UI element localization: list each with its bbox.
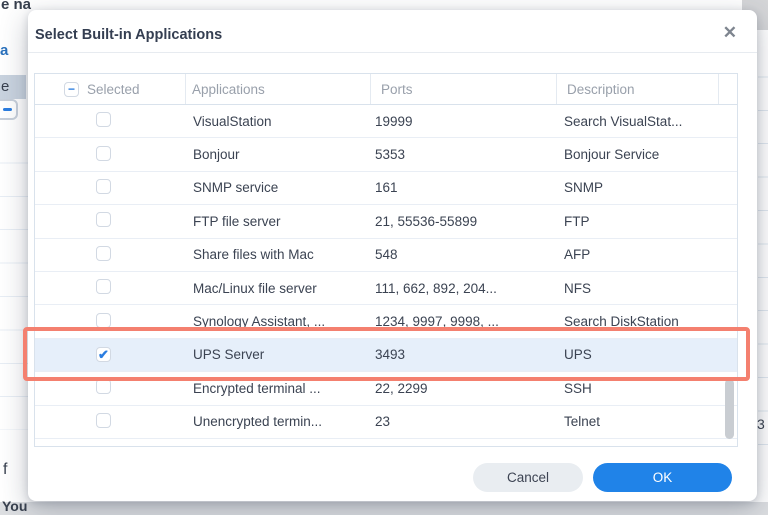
table-row[interactable]: SNMP service 161 SNMP	[35, 172, 737, 206]
cell-ports: 5353	[375, 147, 406, 163]
cell-description: AFP	[564, 247, 591, 263]
background-text-fragment: e na	[1, 0, 32, 13]
column-header-label: Description	[567, 81, 635, 97]
table-row[interactable]: VisualStation 19999 Search VisualStat...	[35, 105, 737, 139]
cell-selected	[35, 245, 186, 264]
table-row[interactable]: Encrypted terminal ... 22, 2299 SSH	[35, 372, 737, 406]
grid-body: VisualStation 19999 Search VisualStat...…	[35, 105, 737, 439]
row-checkbox[interactable]: ✔	[96, 347, 111, 363]
table-row[interactable]: FTP file server 21, 55536-55899 FTP	[35, 205, 737, 239]
cell-application: Unencrypted termin...	[193, 414, 323, 430]
cell-description: Search VisualStat...	[564, 113, 683, 129]
background-text-fragment: f	[3, 461, 8, 478]
cell-ports: 23	[375, 414, 391, 430]
scrollbar-thumb[interactable]	[725, 379, 734, 439]
background-text-fragment: e	[1, 78, 10, 95]
column-header-ports[interactable]: Ports	[371, 74, 557, 104]
row-checkbox[interactable]	[96, 379, 111, 395]
background-checkbox-fragment	[0, 99, 18, 120]
background-text-fragment: You	[2, 498, 28, 514]
cell-application: Encrypted terminal ...	[193, 380, 321, 396]
cell-application: Synology Assistant, ...	[193, 314, 326, 330]
cell-description: FTP	[564, 213, 590, 229]
cell-ports: 22, 2299	[375, 380, 428, 396]
cell-selected	[35, 412, 186, 431]
cell-description: Telnet	[564, 414, 601, 430]
column-header-label: Ports	[381, 81, 413, 97]
row-checkbox[interactable]	[96, 412, 111, 428]
column-header-spacer	[719, 74, 737, 104]
cell-application: Share files with Mac	[193, 247, 314, 263]
column-header-applications[interactable]: Applications	[186, 74, 371, 104]
cell-ports: 548	[375, 247, 398, 263]
cell-selected	[35, 145, 186, 164]
cell-ports: 19999	[375, 113, 413, 129]
background-text-fragment: 3	[757, 416, 765, 432]
row-checkbox[interactable]	[96, 212, 111, 228]
table-row[interactable]: Mac/Linux file server 111, 662, 892, 204…	[35, 272, 737, 306]
cell-ports: 21, 55536-55899	[375, 213, 478, 229]
ok-button[interactable]: OK	[593, 463, 732, 492]
title-divider	[28, 52, 757, 53]
row-checkbox[interactable]	[96, 279, 111, 295]
column-header-description[interactable]: Description	[557, 74, 719, 104]
column-header-label: Selected	[87, 81, 140, 97]
select-built-in-applications-dialog: Select Built-in Applications ✕ − Selecte…	[28, 10, 757, 501]
cell-description: UPS	[564, 347, 592, 363]
cell-description: SSH	[564, 380, 592, 396]
row-checkbox[interactable]	[96, 112, 111, 128]
cell-ports: 161	[375, 180, 398, 196]
cell-application: FTP file server	[193, 213, 281, 229]
applications-table: − Selected Applications Ports Descriptio…	[34, 73, 738, 447]
table-row[interactable]: ✔ UPS Server 3493 UPS	[35, 338, 737, 373]
close-icon[interactable]: ✕	[723, 24, 737, 41]
table-header-row: − Selected Applications Ports Descriptio…	[35, 74, 737, 105]
dialog-title: Select Built-in Applications	[35, 27, 223, 43]
cell-selected	[35, 178, 186, 197]
table-row[interactable]: Bonjour 5353 Bonjour Service	[35, 138, 737, 172]
column-header-label: Applications	[192, 81, 265, 97]
cell-selected	[35, 112, 186, 130]
cell-description: NFS	[564, 280, 591, 296]
row-checkbox[interactable]	[96, 312, 111, 328]
table-row[interactable]: Synology Assistant, ... 1234, 9997, 9998…	[35, 305, 737, 339]
table-row[interactable]: Share files with Mac 548 AFP	[35, 239, 737, 272]
cell-ports: 111, 662, 892, 204...	[375, 280, 497, 296]
cell-application: SNMP service	[193, 180, 279, 196]
row-checkbox[interactable]	[96, 245, 111, 261]
background-link-fragment: a	[0, 42, 9, 59]
background-table-lines	[0, 130, 28, 430]
cancel-button[interactable]: Cancel	[473, 463, 583, 492]
cell-ports: 3493	[375, 347, 406, 363]
cell-description: Search DiskStation	[564, 314, 679, 330]
select-all-checkbox[interactable]: −	[64, 81, 79, 97]
cell-description: Bonjour Service	[564, 147, 660, 163]
row-checkbox[interactable]	[96, 145, 111, 161]
cell-application: Bonjour	[193, 147, 240, 163]
background-bar-fragment	[0, 502, 768, 515]
cell-application: VisualStation	[193, 113, 272, 129]
cell-selected: ✔	[35, 347, 186, 363]
row-checkbox[interactable]	[96, 178, 111, 194]
table-row[interactable]: Unencrypted termin... 23 Telnet	[35, 406, 737, 439]
cell-description: SNMP	[564, 180, 604, 196]
cell-application: UPS Server	[193, 347, 265, 363]
minus-icon	[3, 108, 12, 111]
cell-application: Mac/Linux file server	[193, 280, 317, 296]
cell-selected	[35, 379, 186, 397]
background-table-lines	[758, 44, 768, 454]
column-header-selected[interactable]: − Selected	[35, 74, 186, 104]
cell-ports: 1234, 9997, 9998, ...	[375, 314, 499, 330]
cell-selected	[35, 312, 186, 331]
cell-selected	[35, 279, 186, 297]
cell-selected	[35, 212, 186, 230]
